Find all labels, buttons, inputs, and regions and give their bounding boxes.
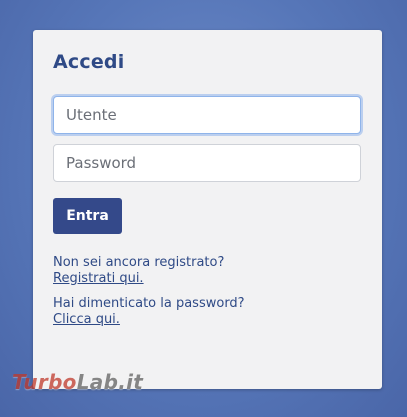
login-card: Accedi Entra Non sei ancora registrato? …	[33, 30, 382, 389]
password-input[interactable]	[53, 144, 361, 182]
forgot-password-note: Hai dimenticato la password? Clicca qui.	[53, 296, 245, 328]
register-prompt: Non sei ancora registrato?	[53, 255, 225, 270]
forgot-password-prompt: Hai dimenticato la password?	[53, 296, 245, 311]
login-button[interactable]: Entra	[53, 198, 122, 234]
register-note: Non sei ancora registrato? Registrati qu…	[53, 255, 224, 287]
forgot-password-link[interactable]: Clicca qui.	[53, 312, 245, 328]
turbolab-watermark: TurboLab.it	[12, 370, 143, 394]
login-page: { "login": { "title": "Accedi", "usernam…	[0, 0, 407, 417]
watermark-part-turbo: Turbo	[12, 370, 77, 394]
register-link[interactable]: Registrati qui.	[53, 271, 224, 287]
login-title: Accedi	[53, 51, 125, 73]
watermark-part-lab: Lab.it	[76, 370, 144, 394]
username-input[interactable]	[53, 96, 361, 134]
